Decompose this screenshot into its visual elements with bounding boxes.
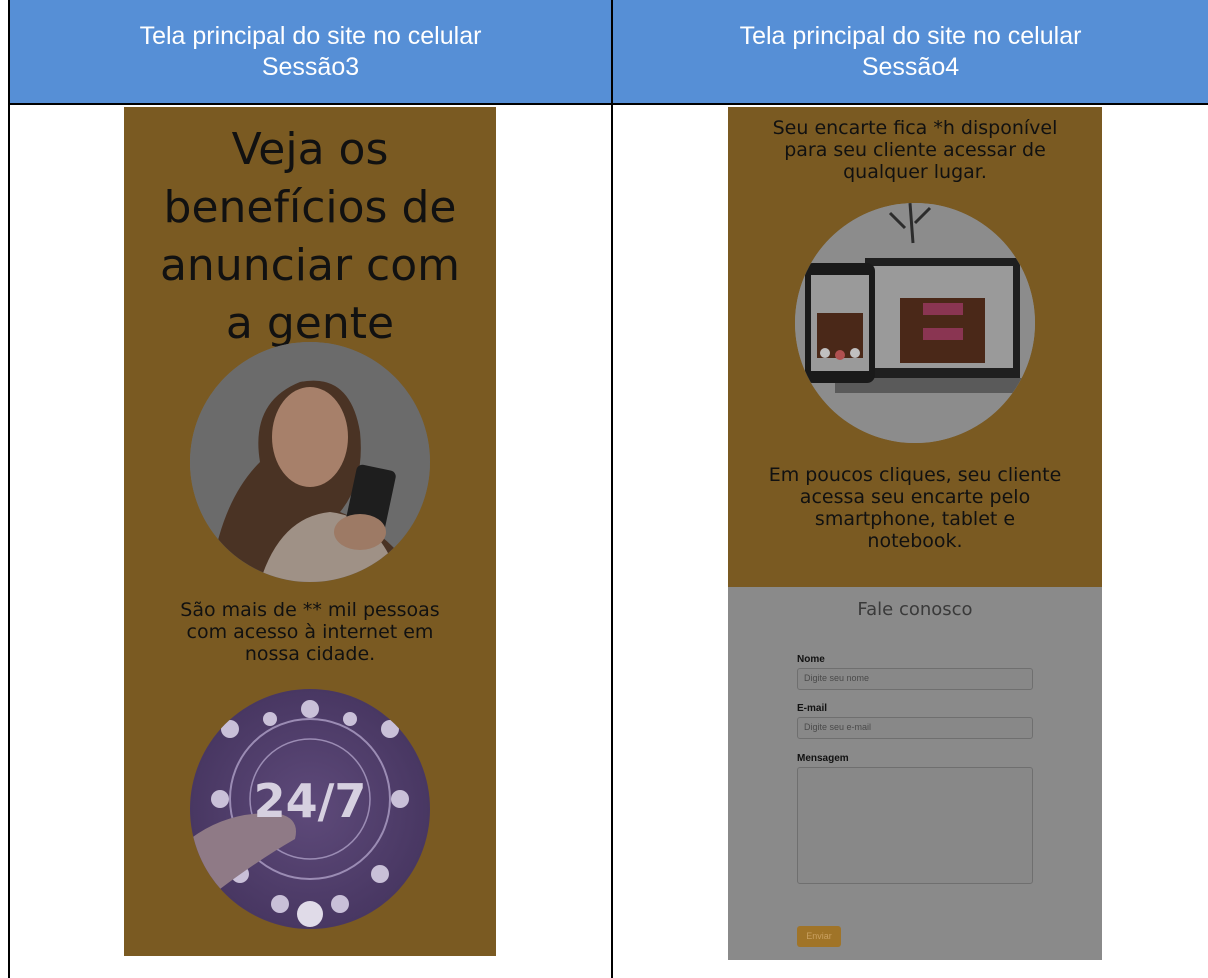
table-border-middle	[611, 0, 613, 978]
column-header-2: Tela principal do site no celular Sessão…	[613, 0, 1208, 103]
layout-table: Tela principal do site no celular Sessão…	[8, 0, 1208, 978]
benefits-heading: Veja os benefícios de anunciar com a gen…	[159, 124, 461, 349]
phone-screen-section4: Seu encarte fica *h disponível para seu …	[728, 107, 1102, 960]
badge-24-7-text: 24/7	[254, 774, 367, 828]
column-header-2-line1: Tela principal do site no celular	[739, 21, 1082, 50]
message-label: Mensagem	[797, 753, 849, 764]
message-textarea[interactable]	[797, 767, 1033, 884]
contact-section: Fale conosco Nome Digite seu nome E-mail…	[728, 587, 1102, 960]
devices-image	[795, 203, 1035, 443]
column-header-1: Tela principal do site no celular Sessão…	[10, 0, 611, 103]
email-input[interactable]: Digite seu e-mail	[797, 717, 1033, 739]
availability-text: Seu encarte fica *h disponível para seu …	[772, 117, 1058, 183]
devices-text: Em poucos cliques, seu cliente acessa se…	[768, 464, 1062, 552]
audience-stat-text: São mais de ** mil pessoas com acesso à …	[180, 599, 440, 665]
column-header-1-line2: Sessão3	[261, 52, 360, 81]
header-divider	[8, 103, 1208, 105]
network-24-7-image: 24/7	[190, 689, 430, 929]
column-header-1-line1: Tela principal do site no celular	[139, 21, 482, 50]
table-border-left	[8, 0, 10, 978]
phone-screen-section3: Veja os benefícios de anunciar com a gen…	[124, 107, 496, 956]
name-input[interactable]: Digite seu nome	[797, 668, 1033, 690]
submit-button[interactable]: Enviar	[797, 926, 841, 947]
woman-with-phone-image	[190, 342, 430, 582]
name-label: Nome	[797, 654, 825, 665]
column-header-2-line2: Sessão4	[861, 52, 960, 81]
email-label: E-mail	[797, 703, 828, 714]
contact-title: Fale conosco	[857, 599, 973, 620]
